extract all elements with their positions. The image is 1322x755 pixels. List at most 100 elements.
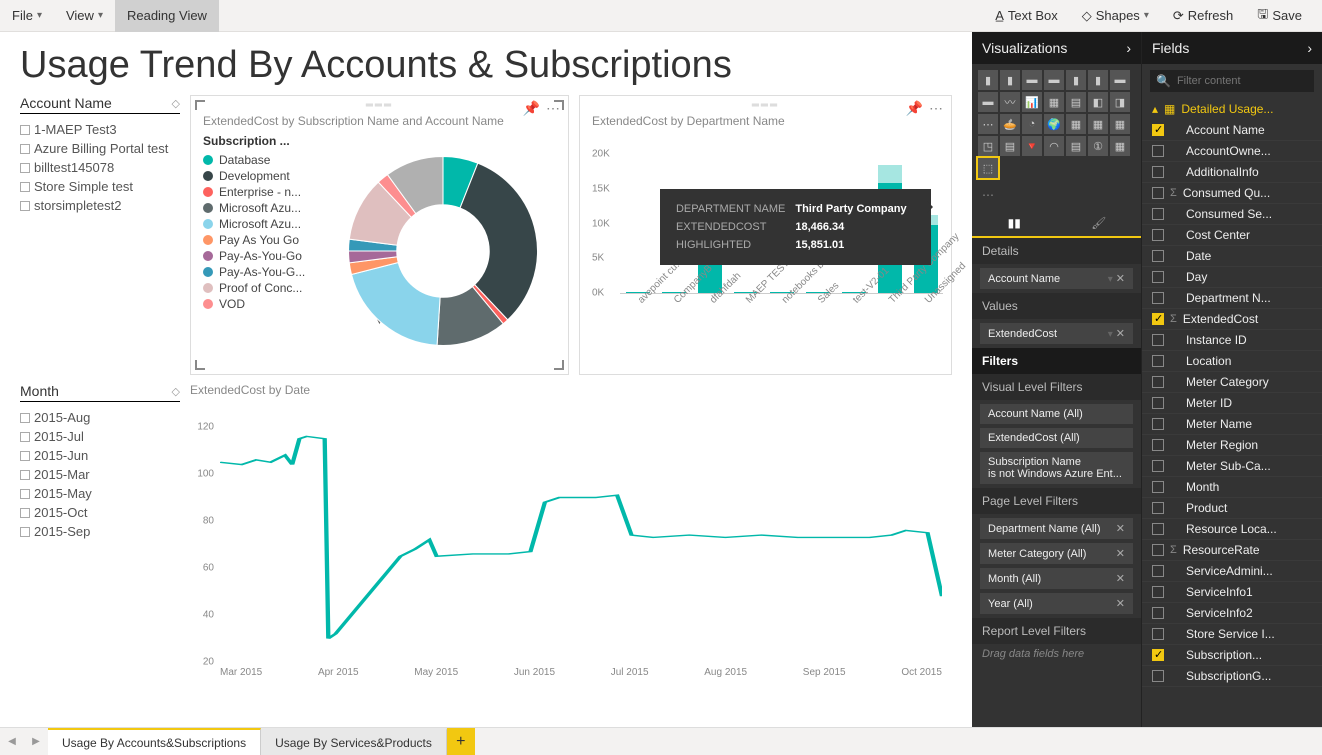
field-item[interactable]: Meter Name [1142,414,1322,435]
field-item[interactable]: Meter Region [1142,435,1322,456]
slicer-item[interactable]: 2015-Aug [20,408,180,427]
checkbox-icon[interactable] [20,201,30,211]
slicer-item[interactable]: Azure Billing Portal test [20,139,180,158]
field-item[interactable]: Meter Sub-Ca... [1142,456,1322,477]
field-item[interactable]: AccountOwne... [1142,141,1322,162]
checkbox-icon[interactable] [20,470,30,480]
slicer-item[interactable]: billtest145078 [20,158,180,177]
field-item[interactable]: AdditionalInfo [1142,162,1322,183]
viz-type-icon[interactable]: ▤ [1066,136,1086,156]
checkbox-icon[interactable] [1152,187,1164,199]
slicer-item[interactable]: 2015-Sep [20,522,180,541]
eraser-icon[interactable]: ◇ [172,97,180,110]
slicer-item[interactable]: 2015-Jun [20,446,180,465]
slicer-account-name[interactable]: Account Name◇ 1-MAEP Test3Azure Billing … [20,95,180,215]
filter-item[interactable]: Account Name (All) [980,404,1133,424]
viz-type-icon[interactable]: ▤ [1066,92,1086,112]
field-item[interactable]: Cost Center [1142,225,1322,246]
checkbox-icon[interactable] [1152,523,1164,535]
field-item[interactable]: Subscription... [1142,645,1322,666]
checkbox-icon[interactable] [1152,355,1164,367]
drag-handle[interactable]: ═══ [366,100,393,111]
textbox-button[interactable]: A̲Text Box [983,0,1070,32]
checkbox-icon[interactable] [1152,376,1164,388]
checkbox-icon[interactable] [20,163,30,173]
viz-type-icon[interactable]: 📊 [1022,92,1042,112]
slicer-item[interactable]: Store Simple test [20,177,180,196]
viz-type-icon[interactable]: ▤ [1000,136,1020,156]
filter-item[interactable]: Month (All)✕ [980,568,1133,589]
format-tab[interactable]: 🖌 [1057,210,1142,236]
viz-type-icon[interactable]: ▦ [1088,114,1108,134]
page-tab[interactable]: Usage By Services&Products [261,728,447,755]
remove-icon[interactable]: ✕ [1116,328,1125,340]
remove-icon[interactable]: ✕ [1116,547,1125,560]
field-item[interactable]: Meter Category [1142,372,1322,393]
viz-type-icon[interactable]: ⋯ [978,114,998,134]
viz-type-icon[interactable]: ▦ [1110,136,1130,156]
viz-type-icon[interactable]: 🥧 [1000,114,1020,134]
remove-icon[interactable]: ✕ [1116,273,1125,285]
viz-type-icon[interactable]: ⬚ [978,158,998,178]
chevron-right-icon[interactable]: › [1307,40,1312,56]
checkbox-icon[interactable] [1152,670,1164,682]
checkbox-icon[interactable] [1152,292,1164,304]
viz-type-icon[interactable]: ▮ [1066,70,1086,90]
field-item[interactable]: Product [1142,498,1322,519]
viz-type-icon[interactable]: ◨ [1110,92,1130,112]
checkbox-icon[interactable] [1152,397,1164,409]
more-icon[interactable]: ⋯ [972,184,1141,206]
field-item[interactable]: ServiceAdmini... [1142,561,1322,582]
refresh-button[interactable]: ⟳Refresh [1161,0,1245,32]
pin-icon[interactable]: 📌 [523,100,540,117]
checkbox-icon[interactable] [1152,586,1164,598]
checkbox-icon[interactable] [1152,544,1164,556]
viz-type-icon[interactable]: ▦ [1044,92,1064,112]
search-input[interactable] [1177,75,1308,87]
file-menu[interactable]: File▾ [0,0,54,32]
field-item[interactable]: Month [1142,477,1322,498]
filter-item[interactable]: Meter Category (All)✕ [980,543,1133,564]
viz-type-icon[interactable]: 〰 [1000,92,1020,112]
viz-type-icon[interactable]: ◔ [1022,114,1042,134]
drag-handle[interactable]: ═══ [752,100,779,111]
checkbox-icon[interactable] [1152,607,1164,619]
page-tab[interactable]: Usage By Accounts&Subscriptions [48,728,261,755]
viz-type-icon[interactable]: ▮ [1088,70,1108,90]
viz-type-icon[interactable]: ▬ [1044,70,1064,90]
field-item[interactable]: Department N... [1142,288,1322,309]
visual-line-chart[interactable]: 20406080100120 Mar 2015Apr 2015May 2015J… [190,407,952,687]
viz-type-icon[interactable]: 🔻 [1022,136,1042,156]
field-item[interactable]: ΣResourceRate [1142,540,1322,561]
remove-icon[interactable]: ✕ [1116,522,1125,535]
pin-icon[interactable]: 📌 [906,100,923,117]
field-item[interactable]: Meter ID [1142,393,1322,414]
checkbox-icon[interactable] [1152,166,1164,178]
eraser-icon[interactable]: ◇ [172,385,180,398]
save-button[interactable]: 🖫Save [1245,0,1314,32]
viz-type-icon[interactable]: ▦ [1066,114,1086,134]
checkbox-icon[interactable] [1152,334,1164,346]
field-item[interactable]: Account Name [1142,120,1322,141]
line-chart[interactable] [220,427,942,662]
slicer-month[interactable]: Month◇ 2015-Aug2015-Jul2015-Jun2015-Mar2… [20,383,180,541]
viz-type-icon[interactable]: ◳ [978,136,998,156]
viz-type-icon[interactable]: ◠ [1044,136,1064,156]
checkbox-icon[interactable] [20,432,30,442]
checkbox-icon[interactable] [1152,481,1164,493]
checkbox-icon[interactable] [20,144,30,154]
more-menu-icon[interactable]: ⋯ [546,100,560,117]
slicer-item[interactable]: 2015-Mar [20,465,180,484]
checkbox-icon[interactable] [20,125,30,135]
field-item[interactable]: ΣConsumed Qu... [1142,183,1322,204]
viz-type-icon[interactable]: ▬ [1110,70,1130,90]
remove-icon[interactable]: ✕ [1116,572,1125,585]
checkbox-icon[interactable] [1152,229,1164,241]
field-item[interactable]: Location [1142,351,1322,372]
visual-donut-chart[interactable]: ═══ 📌 ⋯ ExtendedCost by Subscription Nam… [190,95,569,375]
resize-handle[interactable] [195,360,205,370]
filter-item[interactable]: Department Name (All)✕ [980,518,1133,539]
checkbox-icon[interactable] [1152,460,1164,472]
remove-icon[interactable]: ✕ [1116,597,1125,610]
checkbox-icon[interactable] [1152,271,1164,283]
